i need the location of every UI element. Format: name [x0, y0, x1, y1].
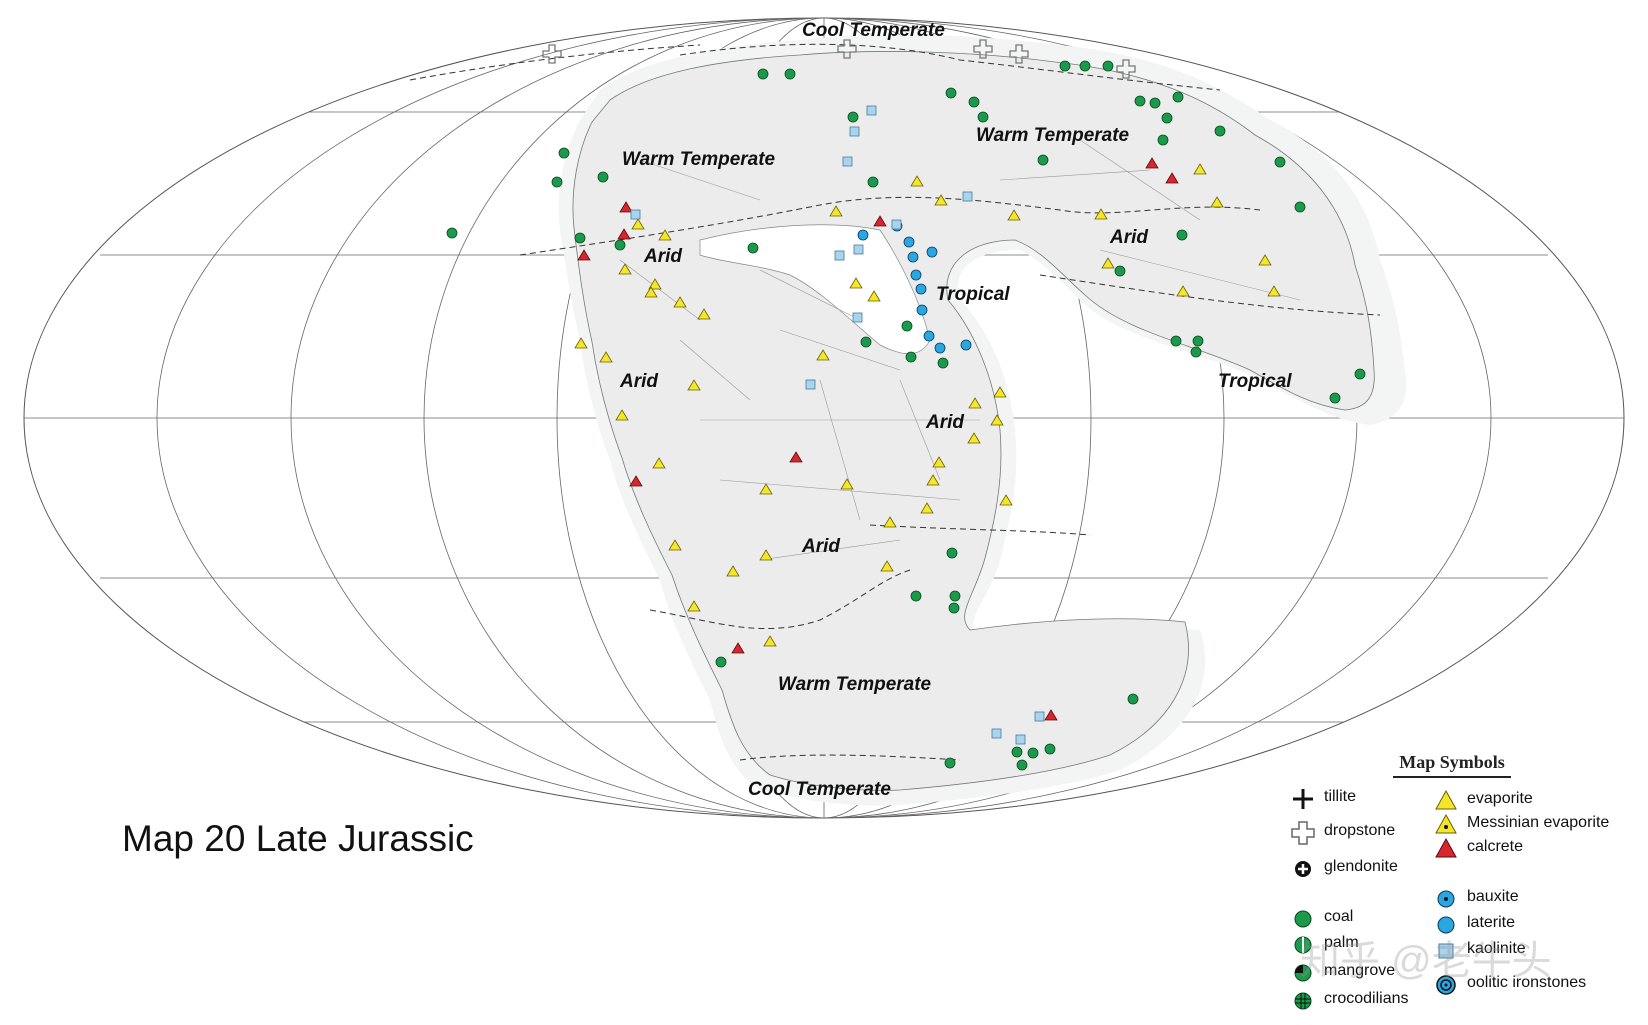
watermark: 知乎 @老牛头 — [1300, 939, 1552, 983]
evaporite-icon — [1435, 789, 1457, 810]
crocodilians-icon — [1294, 992, 1312, 1010]
zone-label-arid-nw: Arid — [643, 246, 682, 267]
zone-label-cool-temperate-n: Cool Temperate — [802, 20, 945, 41]
zone-label-arid-w: Arid — [619, 371, 658, 392]
map-title: Map 20 Late Jurassic — [122, 818, 474, 859]
zone-label-warm-temperate-nw: Warm Temperate — [622, 149, 776, 170]
bauxite-icon — [1437, 890, 1455, 908]
calcrete-icon — [1435, 837, 1457, 858]
paleogeographic-map: Cool Temperate Warm Temperate Warm Tempe… — [23, 17, 1625, 819]
tillite-icon — [1293, 789, 1313, 809]
zone-label-arid-c: Arid — [925, 412, 964, 433]
zone-label-tropical-e: Tropical — [1218, 371, 1292, 392]
dropstone-icon — [1291, 821, 1315, 845]
zone-label-tropical-c: Tropical — [936, 284, 1010, 305]
zone-label-warm-temperate-s: Warm Temperate — [778, 674, 932, 695]
glendonite-icon — [1295, 861, 1311, 877]
zone-label-cool-temperate-s: Cool Temperate — [748, 779, 891, 800]
zone-label-warm-temperate-ne: Warm Temperate — [976, 125, 1130, 146]
legend-title: Map Symbols — [1393, 752, 1511, 778]
zone-label-arid-s: Arid — [801, 536, 840, 557]
messinian-evaporite-icon — [1435, 813, 1457, 834]
zone-label-arid-ne: Arid — [1109, 227, 1148, 248]
